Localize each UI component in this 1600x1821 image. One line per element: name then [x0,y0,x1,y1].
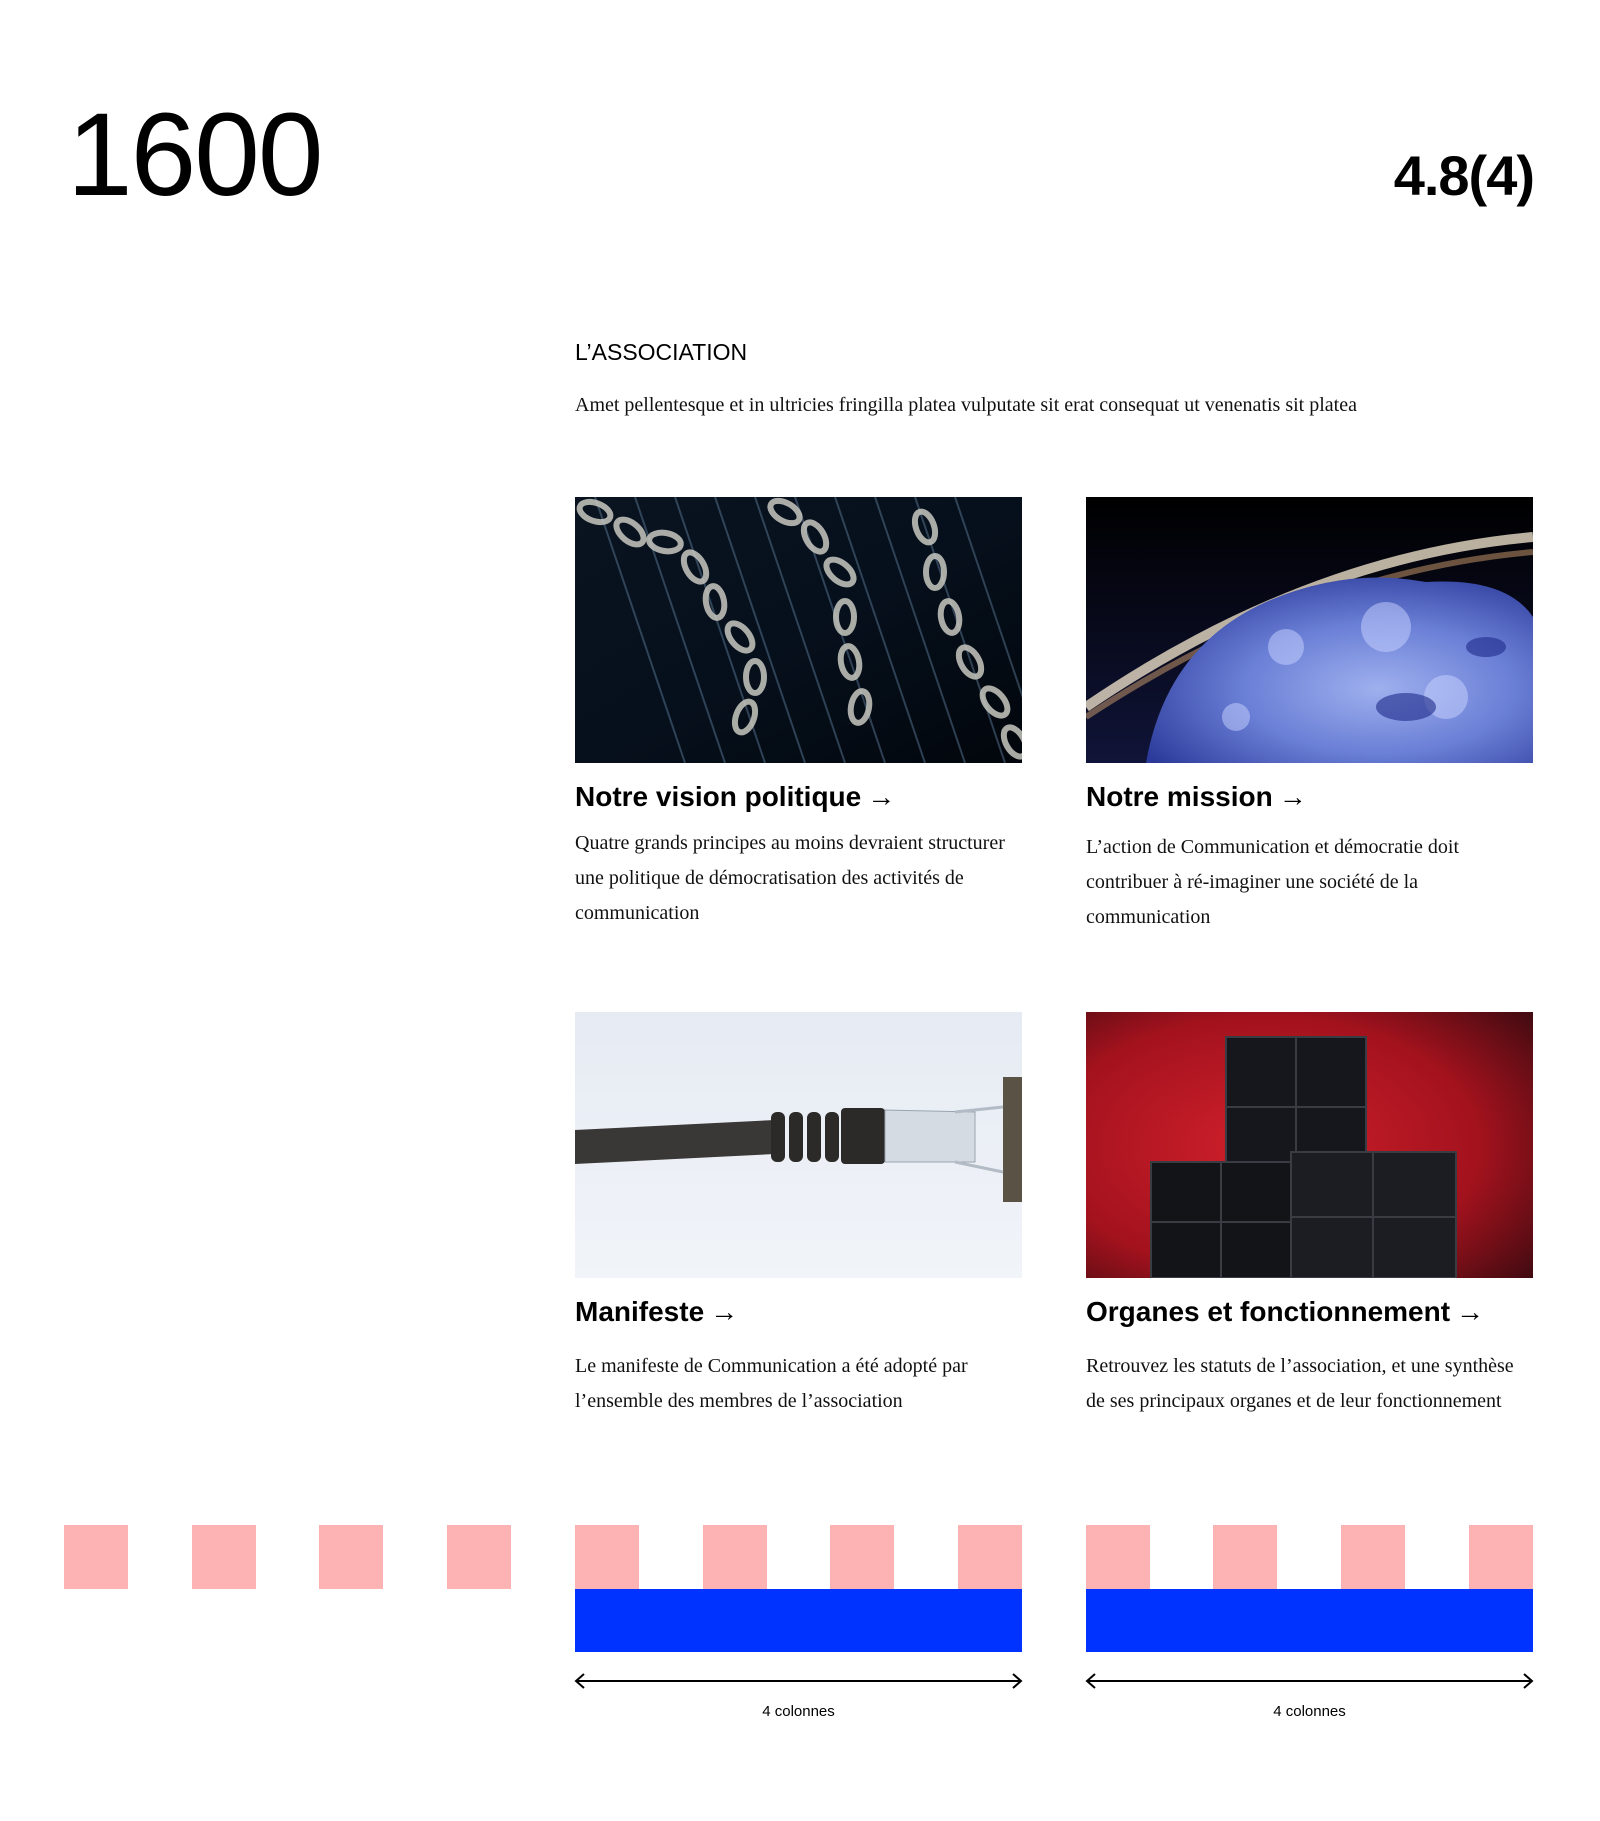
card-mission[interactable]: Notre mission → L’action de Communication… [1086,497,1533,935]
span-label: 4 colonnes [762,1703,835,1720]
grid-overlay: 4 colonnes 4 colonnes [0,1525,1600,1725]
grid-column-marker [319,1525,383,1589]
card-title-text: Notre mission [1086,781,1273,812]
column-span-bar [1086,1589,1533,1652]
card-title[interactable]: Notre vision politique → [575,780,1022,814]
grid-column-marker [1086,1525,1150,1589]
grid-column-marker [64,1525,128,1589]
double-arrow-icon [1085,1671,1534,1691]
card-text: Quatre grands principes au moins devraie… [575,831,1005,924]
card-vision-politique[interactable]: Notre vision politique → Quatre grands pr… [575,497,1022,931]
card-manifeste[interactable]: Manifeste → Le manifeste de Communication… [575,1012,1022,1419]
column-span-bar [575,1589,1022,1652]
card-title-text: Organes et fonctionnement [1086,1296,1451,1327]
card-title[interactable]: Organes et fonctionnement → [1086,1295,1533,1329]
grid-column-marker [1469,1525,1533,1589]
card-title[interactable]: Notre mission → [1086,780,1533,814]
card-title-text: Manifeste [575,1296,705,1327]
card-text: Le manifeste de Communication a été adop… [575,1354,968,1412]
chains-image[interactable] [575,497,1022,763]
grid-column-marker [830,1525,894,1589]
arrow-right-icon: → [1278,781,1307,812]
ice-planet-image[interactable] [1086,497,1533,763]
ratio-label: 4.8(4) [1393,144,1535,207]
grid-column-marker [1341,1525,1405,1589]
section-description: Amet pellentesque et in ultricies fringi… [575,394,1357,416]
section-title: L’ASSOCIATION [575,339,748,365]
breakpoint-width: 1600 [67,89,324,221]
card-title-text: Notre vision politique [575,781,862,812]
card-text: Retrouvez les statuts de l’association, … [1086,1354,1514,1412]
grid-column-marker [1213,1525,1277,1589]
arrow-right-icon: → [867,781,896,812]
grid-column-marker [575,1525,639,1589]
black-cubes-image[interactable] [1086,1012,1533,1278]
arrow-right-icon: → [1456,1296,1485,1327]
grid-column-marker [703,1525,767,1589]
card-title[interactable]: Manifeste → [575,1295,1022,1329]
grid-column-marker [447,1525,511,1589]
card-organes[interactable]: Organes et fonctionnement → Retrouvez les… [1086,1012,1533,1419]
grid-column-marker [192,1525,256,1589]
span-label: 4 colonnes [1273,1703,1346,1720]
grid-column-marker [958,1525,1022,1589]
arrow-right-icon: → [710,1296,739,1327]
double-arrow-icon [574,1671,1023,1691]
card-text: L’action de Communication et démocratie … [1086,835,1460,928]
ethernet-cable-image[interactable] [575,1012,1022,1278]
